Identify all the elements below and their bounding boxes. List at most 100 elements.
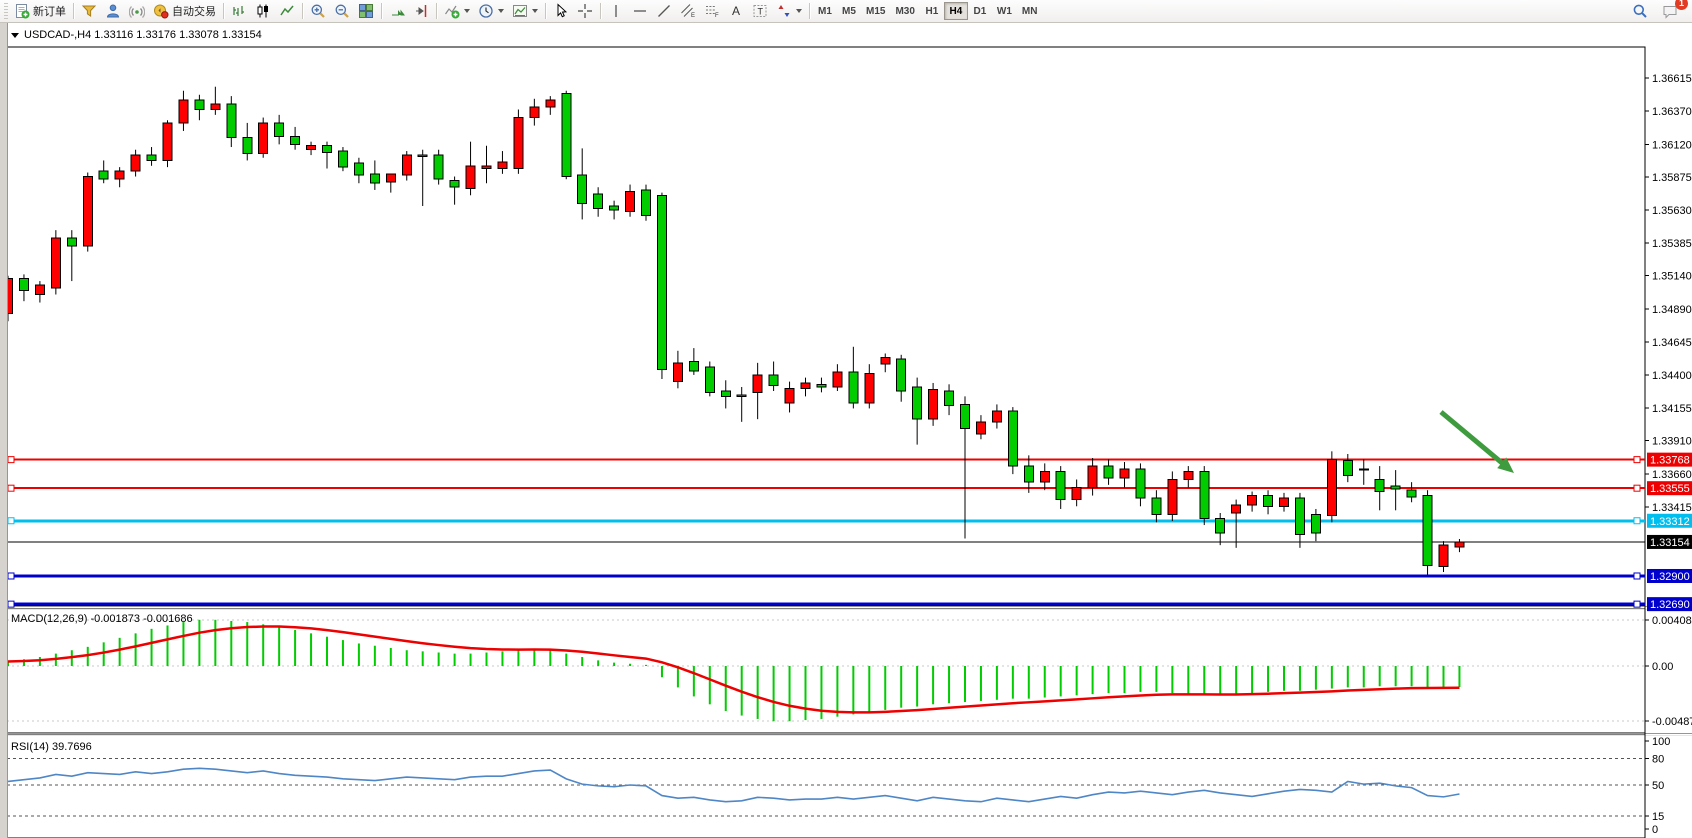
- svg-text:0: 0: [1652, 824, 1658, 836]
- svg-text:A: A: [732, 4, 740, 18]
- svg-text:80: 80: [1652, 754, 1664, 766]
- timeframe-m30[interactable]: M30: [890, 2, 919, 20]
- chart-shift-icon: [413, 3, 429, 19]
- svg-text:1.33154: 1.33154: [1650, 537, 1690, 549]
- signal-button[interactable]: [125, 1, 149, 21]
- symbol-title[interactable]: USDCAD-,H4 1.33116 1.33176 1.33078 1.331…: [11, 29, 262, 41]
- chart-canvas[interactable]: 1.366151.363701.361201.358751.356301.353…: [0, 23, 1692, 838]
- channel-icon: E: [680, 3, 696, 19]
- new-order-icon: [14, 3, 30, 19]
- svg-text:1.35630: 1.35630: [1652, 205, 1692, 217]
- timeframe-m1[interactable]: M1: [813, 2, 837, 20]
- timeframe-mn[interactable]: MN: [1017, 2, 1043, 20]
- svg-text:1.33555: 1.33555: [1650, 483, 1690, 495]
- svg-text:1.33312: 1.33312: [1650, 516, 1690, 528]
- timeframe-h1[interactable]: H1: [920, 2, 944, 20]
- toolbar-separator: [436, 3, 437, 19]
- indicators-button[interactable]: [440, 1, 474, 21]
- chart-shift-button[interactable]: [409, 1, 433, 21]
- chart-window: 1.366151.363701.361201.358751.356301.353…: [0, 23, 1692, 838]
- chevron-down-icon: [498, 9, 504, 13]
- timeframe-h4[interactable]: H4: [944, 2, 968, 20]
- zoom-in-button[interactable]: [306, 1, 330, 21]
- toolbar-separator: [73, 3, 74, 19]
- toolbar-separator: [302, 3, 303, 19]
- bar-chart-icon: [231, 3, 247, 19]
- symbol-title-text: USDCAD-,H4 1.33116 1.33176 1.33078 1.331…: [24, 29, 262, 41]
- svg-text:T: T: [758, 7, 764, 17]
- line-chart-button[interactable]: [275, 1, 299, 21]
- vertical-line-button[interactable]: [604, 1, 628, 21]
- svg-text:1.35875: 1.35875: [1652, 172, 1692, 184]
- svg-text:1.32690: 1.32690: [1650, 599, 1690, 611]
- indicators-icon: [444, 3, 460, 19]
- main-toolbar: 新订单 自动交易: [0, 0, 1692, 23]
- notification-badge: 1: [1675, 0, 1688, 10]
- tile-windows-button[interactable]: [354, 1, 378, 21]
- chevron-down-icon: [532, 9, 538, 13]
- svg-text:E: E: [691, 13, 695, 19]
- svg-text:1.36615: 1.36615: [1652, 73, 1692, 85]
- text-label-button[interactable]: T: [748, 1, 772, 21]
- auto-trading-button[interactable]: 自动交易: [149, 1, 220, 21]
- fibonacci-button[interactable]: F: [700, 1, 724, 21]
- svg-text:1.35385: 1.35385: [1652, 238, 1692, 250]
- tile-windows-icon: [358, 3, 374, 19]
- new-order-label: 新订单: [33, 3, 66, 19]
- svg-text:1.34890: 1.34890: [1652, 304, 1692, 316]
- funnel-button[interactable]: [77, 1, 101, 21]
- toolbar-right: 1: [1628, 1, 1690, 21]
- svg-text:1.36120: 1.36120: [1652, 139, 1692, 151]
- auto-scroll-button[interactable]: [385, 1, 409, 21]
- trendline-button[interactable]: [652, 1, 676, 21]
- toolbar-grip: [4, 3, 8, 19]
- svg-text:0.004084: 0.004084: [1652, 615, 1692, 627]
- search-button[interactable]: [1628, 1, 1652, 21]
- search-icon: [1632, 3, 1648, 19]
- timeframe-m15[interactable]: M15: [861, 2, 890, 20]
- crosshair-icon: [577, 3, 593, 19]
- svg-text:1.35140: 1.35140: [1652, 271, 1692, 283]
- timeframe-group: M1M5M15M30H1H4D1W1MN: [813, 0, 1042, 22]
- zoom-out-icon: [334, 3, 350, 19]
- community-button[interactable]: [101, 1, 125, 21]
- text-label-icon: T: [752, 3, 768, 19]
- svg-text:0.00: 0.00: [1652, 661, 1673, 673]
- timeframe-d1[interactable]: D1: [968, 2, 992, 20]
- timeframe-m5[interactable]: M5: [837, 2, 861, 20]
- channel-button[interactable]: E: [676, 1, 700, 21]
- templates-button[interactable]: [508, 1, 542, 21]
- auto-scroll-icon: [389, 3, 405, 19]
- horizontal-line-icon: [632, 3, 648, 19]
- svg-text:1.34155: 1.34155: [1652, 403, 1692, 415]
- periods-button[interactable]: [474, 1, 508, 21]
- zoom-out-button[interactable]: [330, 1, 354, 21]
- fibonacci-icon: F: [704, 3, 720, 19]
- person-icon: [105, 3, 121, 19]
- zoom-in-icon: [310, 3, 326, 19]
- vertical-line-icon: [608, 3, 624, 19]
- timeframe-w1[interactable]: W1: [992, 2, 1017, 20]
- svg-text:1.33660: 1.33660: [1652, 469, 1692, 481]
- text-button[interactable]: A: [724, 1, 748, 21]
- new-order-button[interactable]: 新订单: [10, 1, 70, 21]
- toolbar-separator: [381, 3, 382, 19]
- svg-text:1.33415: 1.33415: [1652, 502, 1692, 514]
- window-left-edge: [0, 23, 8, 838]
- horizontal-line-button[interactable]: [628, 1, 652, 21]
- arrows-button[interactable]: [772, 1, 806, 21]
- toolbar-separator: [809, 3, 810, 19]
- svg-text:1.34645: 1.34645: [1652, 337, 1692, 349]
- crosshair-button[interactable]: [573, 1, 597, 21]
- bar-chart-button[interactable]: [227, 1, 251, 21]
- rsi-label: RSI(14) 39.7696: [11, 741, 92, 753]
- candlestick-chart-button[interactable]: [251, 1, 275, 21]
- symbol-dropdown-icon[interactable]: [11, 33, 19, 38]
- cursor-button[interactable]: [549, 1, 573, 21]
- template-icon: [512, 3, 528, 19]
- toolbar-separator: [545, 3, 546, 19]
- macd-label: MACD(12,26,9) -0.001873 -0.001686: [11, 613, 193, 625]
- signal-icon: [129, 3, 145, 19]
- toolbar-separator: [600, 3, 601, 19]
- notifications-button[interactable]: 1: [1658, 1, 1682, 21]
